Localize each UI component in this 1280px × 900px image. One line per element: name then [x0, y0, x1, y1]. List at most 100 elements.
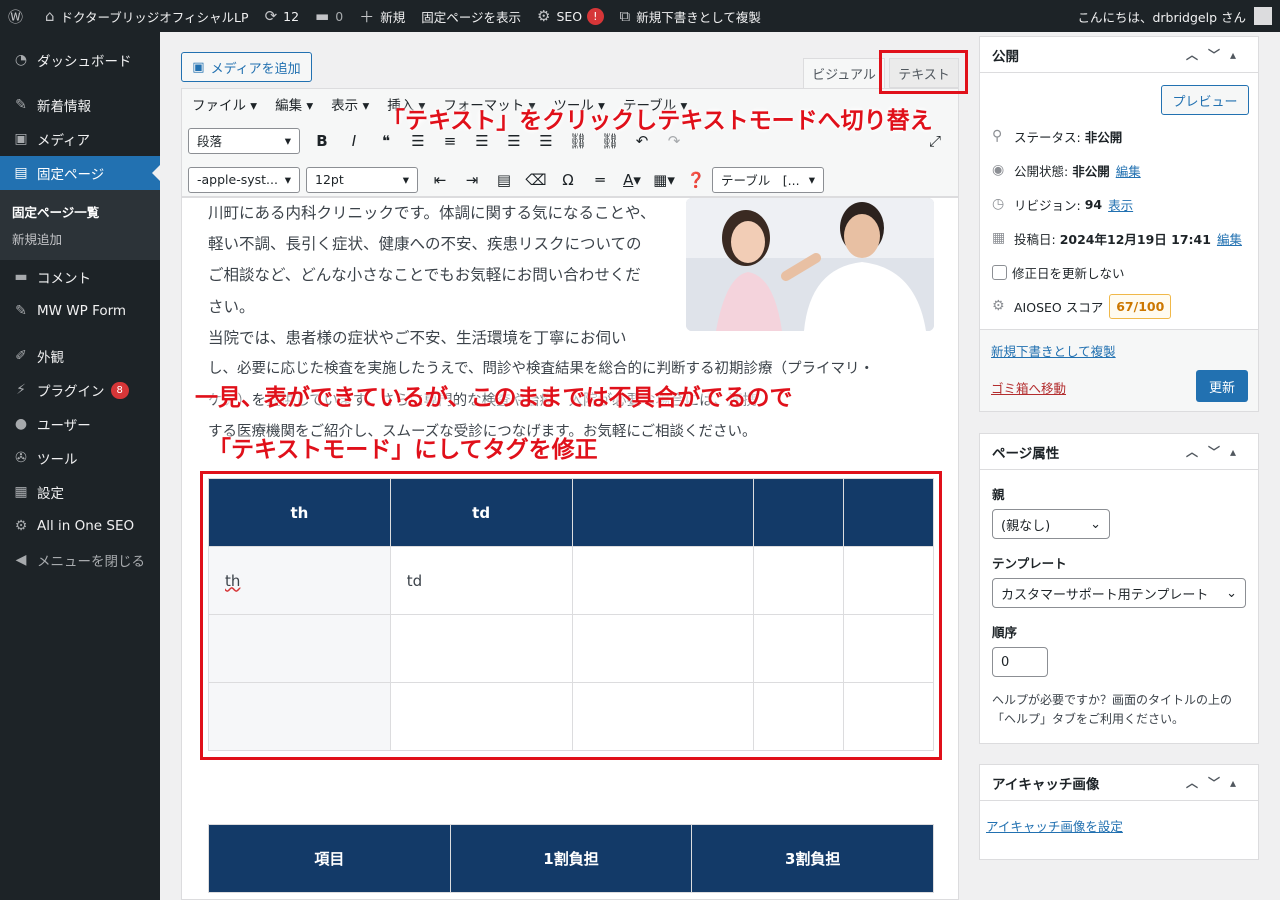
format-select[interactable]: 段落 ▾	[188, 127, 300, 154]
italic-icon[interactable]: I	[341, 132, 367, 150]
aioseo-icon: ⚙	[992, 298, 1005, 314]
checkbox[interactable]	[992, 264, 1007, 280]
horizontal-line-icon[interactable]: ═	[587, 171, 613, 189]
special-char-icon[interactable]: Ω	[555, 171, 581, 189]
table-icon[interactable]: ▦▾	[651, 171, 677, 189]
paragraph-line: 軽い不調、長引く症状、健康への不安、疾患リスクについての	[208, 235, 642, 253]
aioseo-icon: ⚙	[14, 518, 28, 534]
dashboard-icon: ◔	[14, 52, 28, 68]
admin-bar: Ⓦ ⌂ ドクターブリッジオフィシャルLP ⟳ 12 ▬ 0 ＋新規 固定ページを表示 …	[0, 0, 1280, 32]
site-name-link[interactable]: ⌂ ドクターブリッジオフィシャルLP	[37, 0, 257, 32]
refresh-icon: ⟳	[264, 7, 278, 25]
duplicate-draft-link[interactable]: 新規下書きとして複製	[991, 341, 1116, 360]
menu-media[interactable]: ▣ メディア	[0, 122, 160, 156]
text-tab-highlight	[879, 50, 968, 94]
avatar	[1254, 7, 1272, 25]
page-attributes-header[interactable]: ページ属性 ︿﹀▴	[980, 434, 1258, 470]
menu-file[interactable]: ファイル ▾	[192, 94, 257, 114]
table-header-cell[interactable]: 3割負担	[691, 824, 934, 893]
text-color-icon[interactable]: A▾	[619, 171, 645, 189]
submenu-add-new[interactable]: 新規追加	[0, 225, 160, 252]
eye-icon: ◉	[992, 162, 1005, 178]
menu-settings[interactable]: ▦ 設定	[0, 475, 160, 509]
aioseo-score-badge[interactable]: 67/100	[1109, 293, 1172, 319]
help-icon[interactable]: ❓	[683, 171, 709, 189]
indent-icon[interactable]: ⇥	[459, 171, 485, 189]
table-header-cell[interactable]: 1割負担	[449, 824, 693, 893]
edit-visibility-link[interactable]: 編集	[1116, 161, 1141, 180]
view-page-link[interactable]: 固定ページを表示	[413, 0, 529, 32]
menu-dashboard[interactable]: ◔ ダッシュボード	[0, 43, 160, 77]
copy-icon: ⧉	[619, 7, 631, 25]
submenu-all-pages[interactable]: 固定ページ一覧	[0, 198, 160, 225]
wordpress-logo[interactable]: Ⓦ	[0, 0, 37, 32]
outdent-icon[interactable]: ⇤	[427, 171, 453, 189]
menu-comments[interactable]: ▬ コメント	[0, 260, 160, 294]
duplicate-draft-link[interactable]: ⧉ 新規下書きとして複製	[612, 0, 769, 32]
paragraph-line: さい。	[208, 298, 255, 316]
media-icon: ▣	[192, 59, 205, 75]
font-size-select[interactable]: 12pt ▾	[306, 166, 418, 193]
menu-mw-wp-form[interactable]: ✎ MW WP Form	[0, 294, 160, 328]
page-attributes-box: ページ属性 ︿﹀▴ 親 (親なし) ⌄ テンプレート カスタマーサポート用テンプレー…	[979, 433, 1259, 744]
trash-link[interactable]: ゴミ箱へ移動	[991, 378, 1066, 397]
menu-view[interactable]: 表示 ▾	[331, 94, 369, 114]
table-class-select[interactable]: テーブル [... ▾	[712, 166, 824, 193]
paste-text-icon[interactable]: ▤	[491, 171, 517, 189]
chevron-down-icon: ▾	[284, 172, 291, 187]
set-featured-image-link[interactable]: アイキャッチ画像を設定	[986, 816, 1258, 835]
preview-button[interactable]: プレビュー	[1161, 85, 1249, 115]
publish-box: 公開 ︿﹀▴ プレビュー ⚲ ステータス: 非公開 ◉ 公開状態: 非公開 編集 ◷ リビ…	[979, 36, 1259, 412]
menu-plugins[interactable]: ⚡ プラグイン 8	[0, 373, 160, 407]
menu-pages[interactable]: ▤ 固定ページ	[0, 156, 160, 190]
aioseo-score-line: ⚙ AIOSEO スコア 67/100	[980, 289, 1258, 323]
updates-link[interactable]: ⟳ 12	[257, 0, 307, 32]
chevron-down-icon: ▾	[284, 133, 291, 148]
box-controls-icon[interactable]: ︿﹀▴	[1186, 774, 1246, 791]
status-line: ⚲ ステータス: 非公開	[992, 128, 1123, 145]
menu-collapse[interactable]: ◀ メニューを閉じる	[0, 543, 160, 577]
comments-link[interactable]: ▬ 0	[307, 0, 351, 32]
date-line: ▦ 投稿日: 2024年12月19日 17:41 編集	[992, 229, 1242, 248]
history-icon: ◷	[992, 196, 1005, 212]
bold-icon[interactable]: B	[309, 132, 335, 150]
annotation-issue-line2: 「テキストモード」にしてタグを修正	[208, 436, 598, 462]
menu-aioseo[interactable]: ⚙ All in One SEO	[0, 509, 160, 543]
box-controls-icon[interactable]: ︿﹀▴	[1186, 443, 1246, 460]
visibility-line: ◉ 公開状態: 非公開 編集	[992, 161, 1141, 180]
view-revisions-link[interactable]: 表示	[1108, 195, 1133, 214]
clear-format-icon[interactable]: ⌫	[523, 171, 549, 189]
table-highlight	[200, 471, 942, 760]
parent-select[interactable]: (親なし) ⌄	[992, 509, 1110, 539]
seo-menu[interactable]: ⚙ SEO!	[529, 0, 612, 32]
help-text: ヘルプが必要ですか？画面のタイトルの上の「ヘルプ」タブをご利用ください。	[992, 693, 1233, 726]
add-media-button[interactable]: ▣ メディアを追加	[181, 52, 312, 82]
user-account-menu[interactable]: こんにちは、drbridgelp さん	[1069, 0, 1280, 32]
order-input[interactable]: 0	[992, 647, 1048, 677]
no-update-date-line: 修正日を更新しない	[980, 255, 1258, 289]
table-header-row: 項目 1割負担 3割負担	[208, 824, 934, 893]
new-content-link[interactable]: ＋新規	[351, 0, 413, 32]
aioseo-icon: ⚙	[536, 7, 551, 25]
template-select[interactable]: カスタマーサポート用テンプレート ⌄	[992, 578, 1246, 608]
update-button[interactable]: 更新	[1196, 370, 1248, 402]
featured-image-header[interactable]: アイキャッチ画像 ︿﹀▴	[980, 765, 1258, 801]
box-controls-icon[interactable]: ︿﹀▴	[1186, 46, 1246, 63]
table-header-cell[interactable]: 項目	[208, 824, 451, 893]
menu-tools[interactable]: ✇ ツール	[0, 441, 160, 475]
pin-icon: ✎	[15, 97, 27, 113]
menu-news[interactable]: ✎ 新着情報	[0, 88, 160, 122]
font-family-select[interactable]: -apple-syst... ▾	[188, 166, 300, 193]
menu-edit[interactable]: 編集 ▾	[275, 94, 313, 114]
tab-visual[interactable]: ビジュアル	[803, 58, 885, 88]
admin-sidebar: ◔ ダッシュボード ✎ 新着情報 ▣ メディア ▤ 固定ページ 固定ページ一覧 新規追加…	[0, 32, 160, 900]
order-label: 順序	[992, 625, 1018, 640]
edit-date-link[interactable]: 編集	[1217, 229, 1242, 248]
collapse-icon: ◀	[15, 552, 27, 568]
template-label: テンプレート	[992, 556, 1067, 571]
publish-box-header[interactable]: 公開 ︿﹀▴	[980, 37, 1258, 73]
menu-appearance[interactable]: ✐ 外観	[0, 339, 160, 373]
menu-users[interactable]: ● ユーザー	[0, 407, 160, 441]
featured-image-box: アイキャッチ画像 ︿﹀▴ アイキャッチ画像を設定	[979, 764, 1259, 860]
editor-table-2[interactable]: 項目 1割負担 3割負担	[208, 824, 934, 893]
